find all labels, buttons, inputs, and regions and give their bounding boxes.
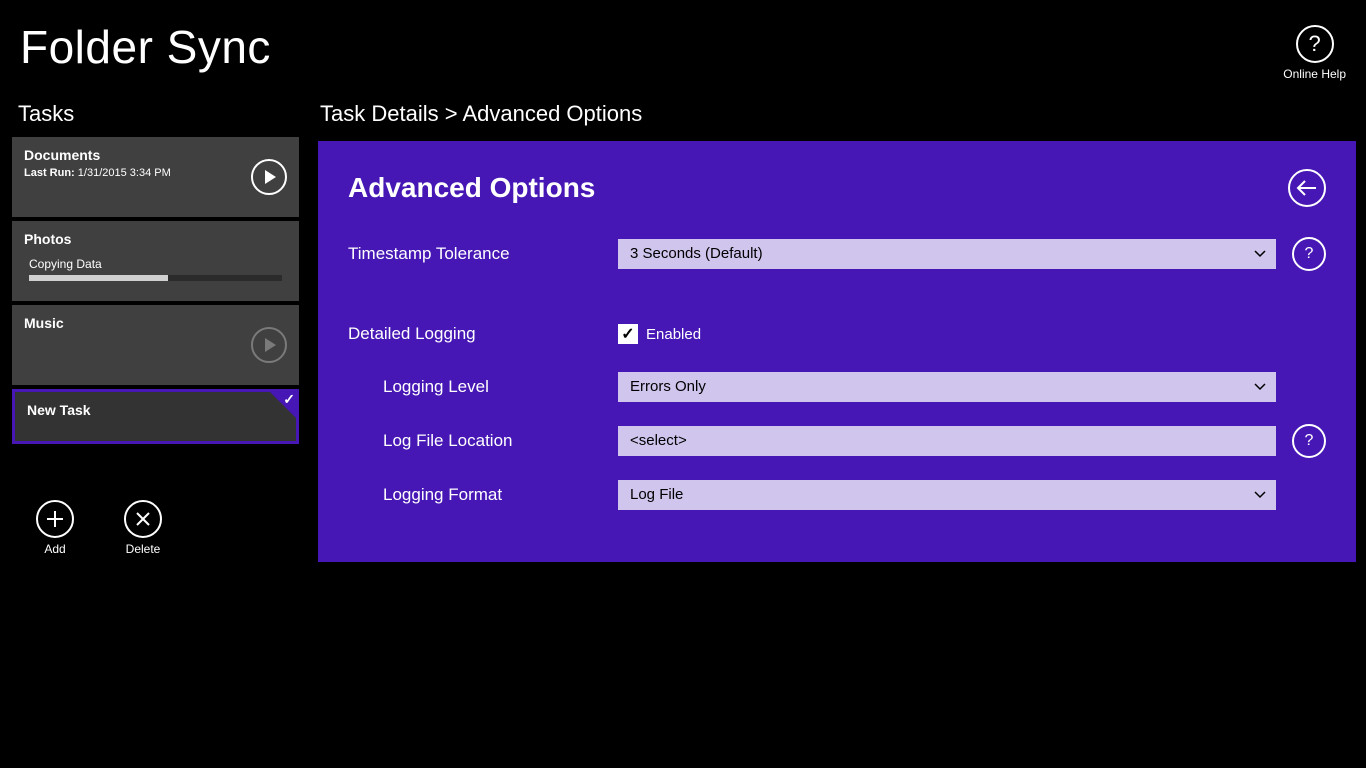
arrow-left-icon	[1296, 179, 1318, 197]
task-last-run: Last Run: 1/31/2015 3:34 PM	[24, 167, 287, 179]
task-list: Documents Last Run: 1/31/2015 3:34 PM Ph…	[8, 137, 303, 444]
help-icon: ?	[1296, 25, 1334, 63]
log-file-location-field[interactable]: <select>	[618, 426, 1276, 456]
enabled-label: Enabled	[646, 326, 701, 343]
play-button[interactable]	[251, 327, 287, 363]
task-item-new-task[interactable]: New Task ✓	[12, 389, 299, 444]
help-button[interactable]: ?	[1292, 424, 1326, 458]
timestamp-tolerance-label: Timestamp Tolerance	[348, 244, 618, 264]
help-button[interactable]: ?	[1292, 237, 1326, 271]
play-button[interactable]	[251, 159, 287, 195]
task-status: Copying Data	[29, 257, 287, 271]
play-icon	[265, 170, 276, 184]
logging-format-label: Logging Format	[348, 485, 618, 505]
task-name: Music	[24, 315, 287, 331]
task-item-photos[interactable]: Photos Copying Data	[12, 221, 299, 301]
breadcrumb[interactable]: Task Details > Advanced Options	[318, 101, 1356, 141]
task-name: Photos	[24, 231, 287, 247]
chevron-down-icon	[1254, 383, 1266, 391]
plus-icon	[36, 500, 74, 538]
progress-fill	[29, 275, 168, 281]
logging-level-label: Logging Level	[348, 377, 618, 397]
sidebar-actions: Add Delete	[8, 500, 303, 562]
task-item-music[interactable]: Music	[12, 305, 299, 385]
add-button[interactable]: Add	[36, 500, 74, 556]
chevron-down-icon	[1254, 491, 1266, 499]
main-area: Task Details > Advanced Options Advanced…	[318, 101, 1356, 562]
app-title: Folder Sync	[20, 20, 271, 74]
progress-bar	[29, 275, 282, 281]
x-icon	[124, 500, 162, 538]
log-file-location-label: Log File Location	[348, 431, 618, 451]
check-icon: ✓	[621, 324, 634, 344]
play-icon	[265, 338, 276, 352]
enabled-checkbox[interactable]: ✓	[618, 324, 638, 344]
logging-level-select[interactable]: Errors Only	[618, 372, 1276, 402]
panel-title: Advanced Options	[348, 172, 595, 204]
task-name: Documents	[24, 147, 287, 163]
online-help-label: Online Help	[1283, 67, 1346, 81]
advanced-options-panel: Advanced Options Timestamp Tolerance 3 S…	[318, 141, 1356, 562]
chevron-down-icon	[1254, 250, 1266, 258]
logging-format-select[interactable]: Log File	[618, 480, 1276, 510]
app-header: Folder Sync ? Online Help	[0, 0, 1366, 81]
timestamp-tolerance-select[interactable]: 3 Seconds (Default)	[618, 239, 1276, 269]
task-name: New Task	[27, 402, 284, 418]
add-label: Add	[36, 542, 74, 556]
sidebar: Tasks Documents Last Run: 1/31/2015 3:34…	[8, 101, 303, 562]
delete-label: Delete	[124, 542, 162, 556]
detailed-logging-label: Detailed Logging	[348, 324, 618, 344]
online-help-button[interactable]: ? Online Help	[1283, 20, 1346, 81]
delete-button[interactable]: Delete	[124, 500, 162, 556]
task-item-documents[interactable]: Documents Last Run: 1/31/2015 3:34 PM	[12, 137, 299, 217]
back-button[interactable]	[1288, 169, 1326, 207]
check-icon: ✓	[283, 391, 295, 408]
tasks-heading: Tasks	[8, 101, 303, 137]
